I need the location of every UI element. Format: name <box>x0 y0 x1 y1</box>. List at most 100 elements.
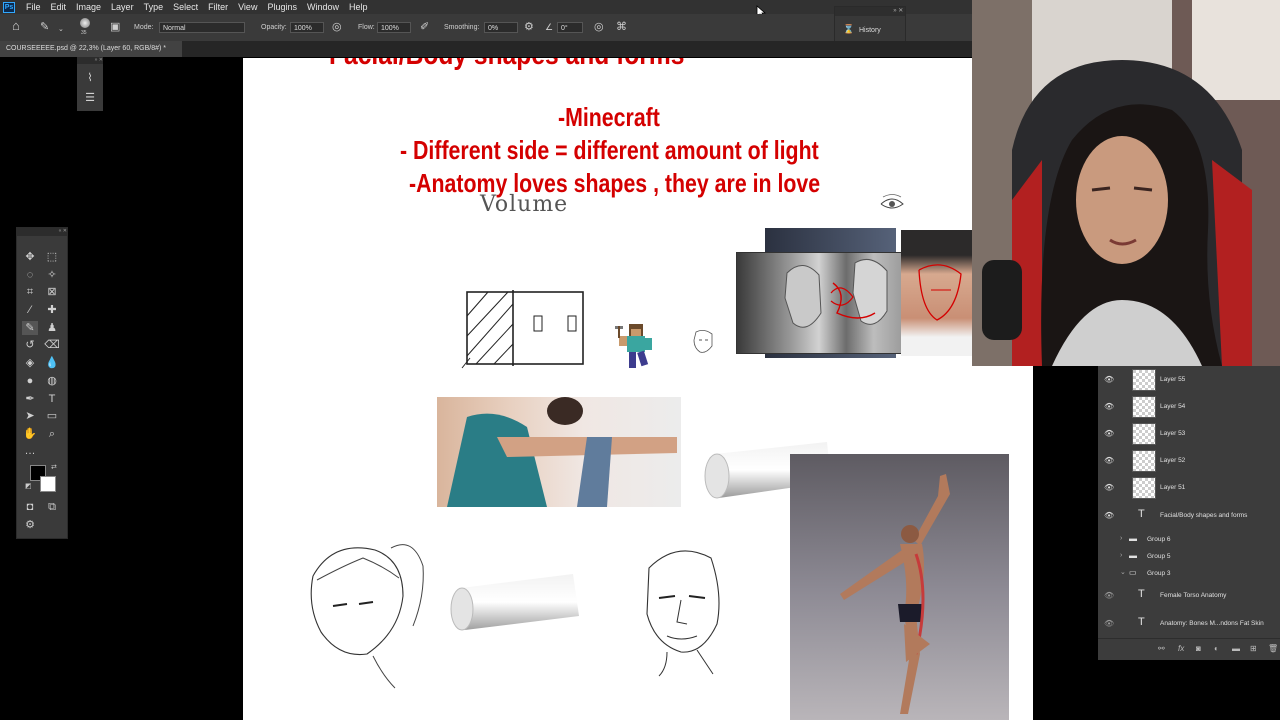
lasso-tool-icon[interactable]: ◌ <box>22 268 38 282</box>
menu-select[interactable]: Select <box>173 2 198 12</box>
eye-icon[interactable]: 👁 <box>1104 456 1114 465</box>
marquee-tool-icon[interactable]: ⬚ <box>44 250 60 264</box>
paint-bucket-tool-icon[interactable]: ◈ <box>22 356 38 370</box>
eye-icon[interactable]: 👁 <box>1104 591 1114 600</box>
layer-row-text[interactable]: 👁 T Anatomy: Bones M...ndons Fat Skin <box>1098 612 1280 636</box>
mask-icon[interactable]: ◙ <box>1196 644 1201 653</box>
menu-layer[interactable]: Layer <box>111 2 134 12</box>
layer-row[interactable]: 👁 Layer 53 <box>1098 420 1280 447</box>
menu-plugins[interactable]: Plugins <box>267 2 297 12</box>
more-tools-icon[interactable]: … <box>22 444 38 458</box>
eye-icon[interactable]: 👁 <box>1104 511 1114 520</box>
history-label[interactable]: History <box>859 27 881 34</box>
eye-icon[interactable]: 👁 <box>1104 402 1114 411</box>
brush-tool-icon[interactable]: ✎ <box>40 21 49 33</box>
move-tool-icon[interactable]: ✥ <box>22 250 38 264</box>
angle-field[interactable]: 0° <box>557 22 583 33</box>
folder-icon: ▬ <box>1129 551 1137 560</box>
pressure-opacity-icon[interactable]: ◎ <box>332 21 342 33</box>
layer-thumbnail <box>1132 396 1156 418</box>
adjustments-icon[interactable]: ☰ <box>82 91 98 105</box>
menu-help[interactable]: Help <box>349 2 368 12</box>
history-brush-tool-icon[interactable]: ↺ <box>22 338 38 352</box>
airbrush-icon[interactable]: ✐ <box>420 21 429 33</box>
layer-row-group[interactable]: › ▬ Group 6 <box>1098 531 1280 548</box>
brush-tool-icon[interactable]: ✎ <box>22 321 38 335</box>
chevron-right-icon[interactable]: › <box>1120 535 1122 542</box>
healing-brush-tool-icon[interactable]: ✚ <box>44 303 60 317</box>
eye-icon[interactable]: 👁 <box>1104 619 1114 628</box>
history-icon[interactable]: ⌛ <box>843 24 854 35</box>
pen-tool-icon[interactable]: ✒ <box>22 392 38 406</box>
background-color-swatch[interactable] <box>40 476 56 492</box>
eye-icon[interactable]: 👁 <box>1104 429 1114 438</box>
chevron-down-icon[interactable]: ⌄ <box>58 24 64 36</box>
new-layer-icon[interactable]: ⊞ <box>1250 644 1257 653</box>
default-colors-icon[interactable]: ◩ <box>25 482 32 490</box>
hand-tool-icon[interactable]: ✋ <box>22 427 38 441</box>
eyedropper-tool-icon[interactable]: ⁄ <box>22 303 38 317</box>
fx-icon[interactable]: fx <box>1178 644 1184 653</box>
eye-icon[interactable]: 👁 <box>1104 483 1114 492</box>
smoothing-field[interactable]: 0% <box>484 22 518 33</box>
layer-row[interactable]: 👁 Layer 55 <box>1098 366 1280 393</box>
type-tool-icon[interactable]: T <box>44 392 60 406</box>
opacity-field[interactable]: 100% <box>290 22 324 33</box>
home-icon[interactable]: ⌂ <box>12 19 20 32</box>
frame-tool-icon[interactable]: ⊠ <box>44 285 60 299</box>
gear-icon[interactable]: ⚙ <box>524 21 534 33</box>
adjustment-layer-icon[interactable]: ◐ <box>1214 644 1219 653</box>
layer-row-text[interactable]: 👁 T Facial/Body shapes and forms <box>1098 502 1280 529</box>
mode-select[interactable]: Normal <box>159 22 245 33</box>
menu-type[interactable]: Type <box>144 2 164 12</box>
layer-row-group[interactable]: ⌄ ▭ Group 3 <box>1098 565 1280 582</box>
menu-edit[interactable]: Edit <box>51 2 67 12</box>
chevron-down-icon[interactable]: ⌄ <box>1120 568 1126 576</box>
brush-preview-icon[interactable] <box>80 18 90 28</box>
collapse-icon[interactable]: » <box>95 57 98 63</box>
swap-colors-icon[interactable]: ⇄ <box>51 463 57 471</box>
trash-icon[interactable]: 🗑 <box>1268 644 1278 653</box>
zoom-tool-icon[interactable]: ⌕ <box>44 427 60 441</box>
magic-wand-tool-icon[interactable]: ✧ <box>44 268 60 282</box>
chevron-right-icon[interactable]: › <box>1120 552 1122 559</box>
layer-row-group[interactable]: › ▬ Group 5 <box>1098 548 1280 565</box>
path-selection-tool-icon[interactable]: ➤ <box>22 409 38 423</box>
layer-row[interactable]: 👁 Layer 51 <box>1098 474 1280 501</box>
edit-toolbar-icon[interactable]: ⚙ <box>22 518 38 532</box>
close-icon[interactable]: ✕ <box>99 57 103 63</box>
collapse-icon[interactable]: « <box>59 228 62 234</box>
rectangle-tool-icon[interactable]: ▭ <box>44 409 60 423</box>
menu-file[interactable]: File <box>26 2 41 12</box>
eye-icon[interactable]: 👁 <box>1104 375 1114 384</box>
screen-mode-icon[interactable]: ⧉ <box>44 500 60 514</box>
close-icon[interactable]: ✕ <box>63 228 67 234</box>
smoothing-label: Smoothing: <box>444 24 480 31</box>
new-group-icon[interactable]: ▬ <box>1232 644 1240 653</box>
menu-image[interactable]: Image <box>76 2 101 12</box>
layer-row[interactable]: 👁 Layer 54 <box>1098 393 1280 420</box>
sponge-tool-icon[interactable]: ◍ <box>44 374 60 388</box>
quick-mask-icon[interactable]: ◘ <box>22 500 38 514</box>
blur-tool-icon[interactable]: 💧 <box>44 356 60 370</box>
menu-view[interactable]: View <box>238 2 257 12</box>
link-layers-icon[interactable]: ⚯ <box>1158 644 1165 653</box>
layer-row[interactable]: 👁 Layer 52 <box>1098 447 1280 474</box>
brush-presets-icon[interactable]: ⌇ <box>82 71 98 85</box>
collapse-icon[interactable]: » <box>893 8 896 14</box>
dodge-tool-icon[interactable]: ● <box>22 374 38 388</box>
document-tab[interactable]: COURSEEEEE.psd @ 22,3% (Layer 60, RGB/8#… <box>0 41 182 57</box>
girl-face-sketch <box>310 544 424 689</box>
eraser-tool-icon[interactable]: ⌫ <box>44 338 60 352</box>
close-icon[interactable]: ✕ <box>898 8 903 14</box>
stamp-tool-icon[interactable]: ♟ <box>44 321 60 335</box>
flow-field[interactable]: 100% <box>377 22 411 33</box>
pressure-size-icon[interactable]: ◎ <box>594 21 604 33</box>
brush-settings-icon[interactable]: ▣ <box>110 21 120 33</box>
menu-filter[interactable]: Filter <box>208 2 228 12</box>
document-canvas[interactable]: Facial/Body shapes and forms -Minecraft … <box>243 58 1033 720</box>
menu-window[interactable]: Window <box>307 2 339 12</box>
crop-tool-icon[interactable]: ⌗ <box>22 285 38 299</box>
symmetry-icon[interactable]: ⌘ <box>616 21 627 33</box>
layer-row-text[interactable]: 👁 T Female Torso Anatomy <box>1098 584 1280 608</box>
